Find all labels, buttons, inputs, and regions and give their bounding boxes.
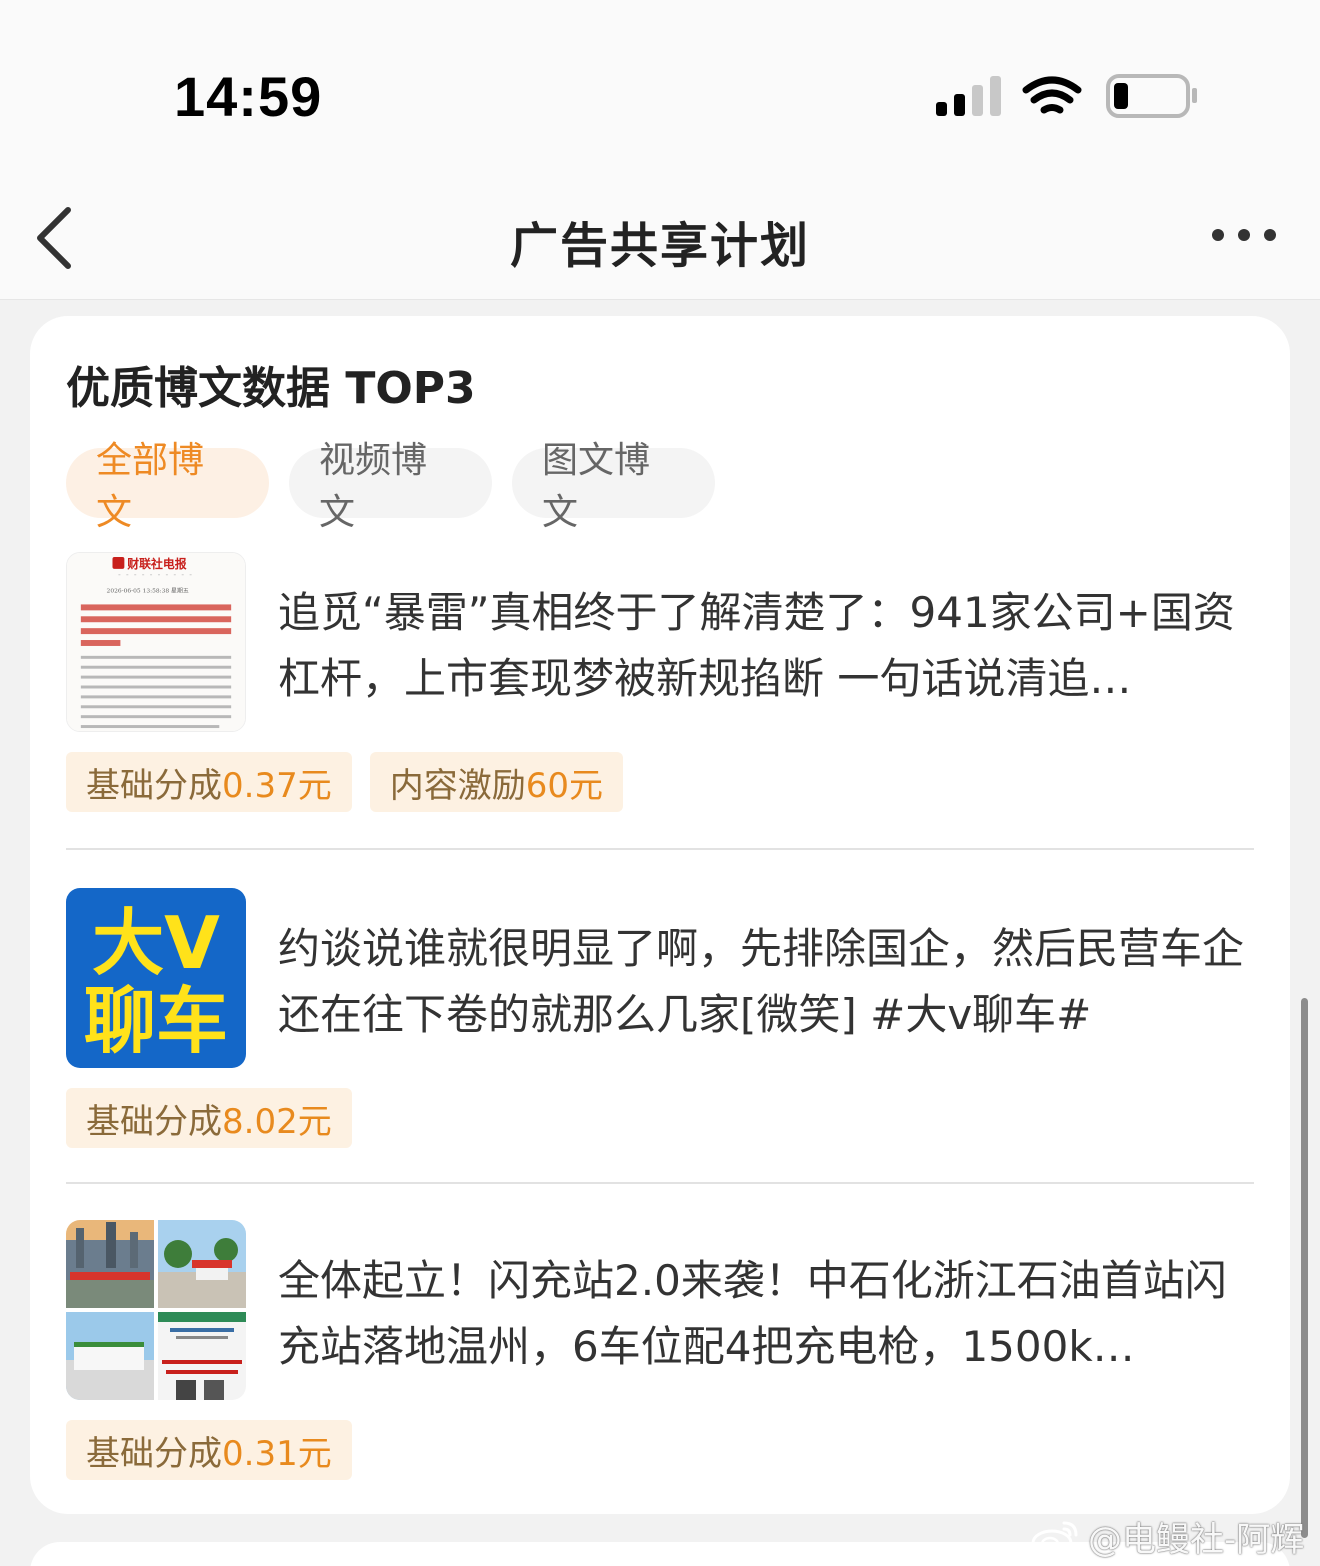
divider [66,848,1254,850]
post-text[interactable]: 追觅“暴雷”真相终于了解清楚了：941家公司+国资杠杆，上市套现梦被新规掐断 一… [278,580,1248,712]
more-icon[interactable] [1206,218,1282,252]
base-share-badge: 基础分成 0.37元 [66,752,352,812]
svg-text:财联社电报: 财联社电报 [126,557,186,571]
watermark-text: @电鳗社-阿辉 [1088,1520,1305,1560]
post-thumbnail: 财联社电报 2026-06-05 13:58:38 星期五 [66,552,246,732]
watermark: @电鳗社-阿辉 [1030,1512,1304,1561]
nav-bar: 广告共享计划 [0,180,1320,300]
post-item[interactable]: 财联社电报 2026-06-05 13:58:38 星期五 追觅“暴雷”真相终于… [66,552,1254,814]
svg-text:2026-06-05 13:58:38 星期五: 2026-06-05 13:58:38 星期五 [107,587,189,595]
scrollbar[interactable] [1301,998,1308,1538]
post-thumbnail: 大V 聊车 [66,888,246,1068]
earnings-badges: 基础分成 0.31元 [66,1420,352,1480]
filter-tabs: 全部博文 视频博文 图文博文 [66,440,715,533]
post-item[interactable]: 大V 聊车 约谈说谁就很明显了啊，先排除国企，然后民营车企还在往下卷的就那么几家… [66,888,1254,1150]
tab-all-posts[interactable]: 全部博文 [66,440,269,533]
post-item[interactable]: 全体起立！闪充站2.0来袭！中石化浙江石油首站闪充站落地温州，6车位配4把充电枪… [66,1220,1254,1482]
cellular-signal-icon [936,76,1001,116]
svg-text:聊车: 聊车 [84,979,228,1063]
status-bar: 14:59 [0,0,1320,180]
section-title: 优质博文数据 TOP3 [66,363,476,414]
post-thumbnail [66,1220,246,1400]
weibo-logo-icon [1031,1521,1078,1556]
tab-image-text-posts[interactable]: 图文博文 [512,440,715,533]
earnings-badges: 基础分成 0.37元 内容激励 60元 [66,752,623,812]
top-posts-card: 优质博文数据 TOP3 全部博文 视频博文 图文博文 财联社电报 2026-06… [30,316,1290,1514]
post-text[interactable]: 全体起立！闪充站2.0来袭！中石化浙江石油首站闪充站落地温州，6车位配4把充电枪… [278,1248,1248,1380]
tab-video-posts[interactable]: 视频博文 [289,440,492,533]
page-title: 广告共享计划 [509,218,810,274]
base-share-badge: 基础分成 0.31元 [66,1420,352,1480]
battery-icon [1106,74,1197,118]
status-icons [936,74,1197,118]
post-text[interactable]: 约谈说谁就很明显了啊，先排除国企，然后民营车企还在往下卷的就那么几家[微笑] #… [278,916,1248,1048]
earnings-badges: 基础分成 8.02元 [66,1088,352,1148]
content-incentive-badge: 内容激励 60元 [369,752,623,812]
svg-text:大V: 大V [92,901,220,985]
base-share-badge: 基础分成 8.02元 [66,1088,352,1148]
status-time: 14:59 [174,65,323,128]
divider [66,1182,1254,1184]
wifi-icon [1022,76,1082,114]
